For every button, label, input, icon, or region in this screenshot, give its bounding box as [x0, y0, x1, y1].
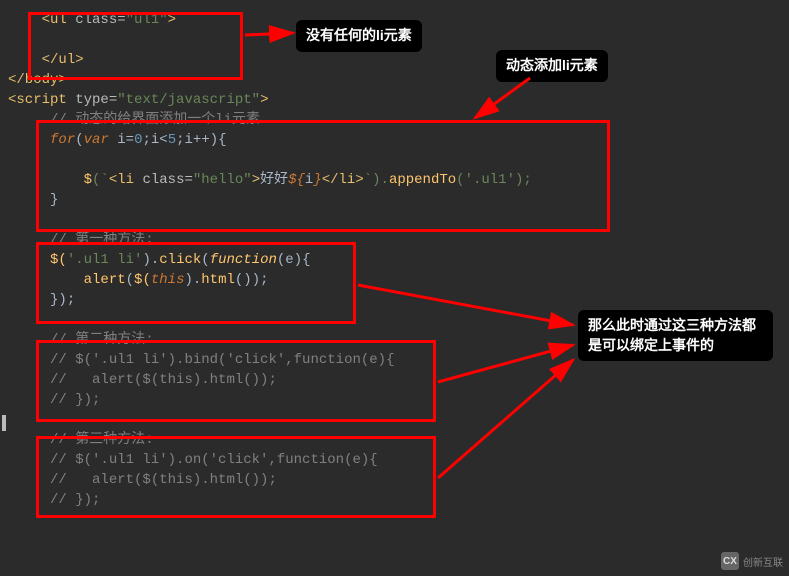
cursor-indicator — [2, 415, 6, 431]
code-line: // }); — [8, 490, 781, 510]
code-line: for(var i=0;i<5;i++){ — [8, 130, 781, 150]
code-line: } — [8, 190, 781, 210]
code-line: // $('.ul1 li').on('click',function(e){ — [8, 450, 781, 470]
code-line: // alert($(this).html()); — [8, 370, 781, 390]
code-line: // 第一种方法: — [8, 230, 781, 250]
annotation-bubble-2: 动态添加li元素 — [496, 50, 608, 82]
code-line: alert($(this).html()); — [8, 270, 781, 290]
code-line: $(`<li class="hello">好好${i}</li>`).appen… — [8, 170, 781, 190]
code-line — [8, 210, 781, 230]
code-line: </body> — [8, 70, 781, 90]
code-line — [8, 410, 781, 430]
annotation-bubble-3: 那么此时通过这三种方法都是可以绑定上事件的 — [578, 310, 773, 361]
code-line — [8, 150, 781, 170]
annotation-bubble-1: 没有任何的li元素 — [296, 20, 422, 52]
code-line: }); — [8, 290, 781, 310]
code-line: // 动态的给界面添加一个li元素 — [8, 110, 781, 130]
watermark-logo: CX — [721, 552, 739, 570]
code-line: <script type="text/javascript"> — [8, 90, 781, 110]
code-editor: <ul class="ul1"> </ul> </body> <script t… — [0, 0, 789, 520]
code-line: // }); — [8, 390, 781, 410]
code-line: $('.ul1 li').click(function(e){ — [8, 250, 781, 270]
code-line: // alert($(this).html()); — [8, 470, 781, 490]
watermark: CX 创新互联 — [721, 552, 783, 570]
code-line: // 第三种方法: — [8, 430, 781, 450]
watermark-text: 创新互联 — [743, 554, 783, 569]
code-line: </ul> — [8, 50, 781, 70]
